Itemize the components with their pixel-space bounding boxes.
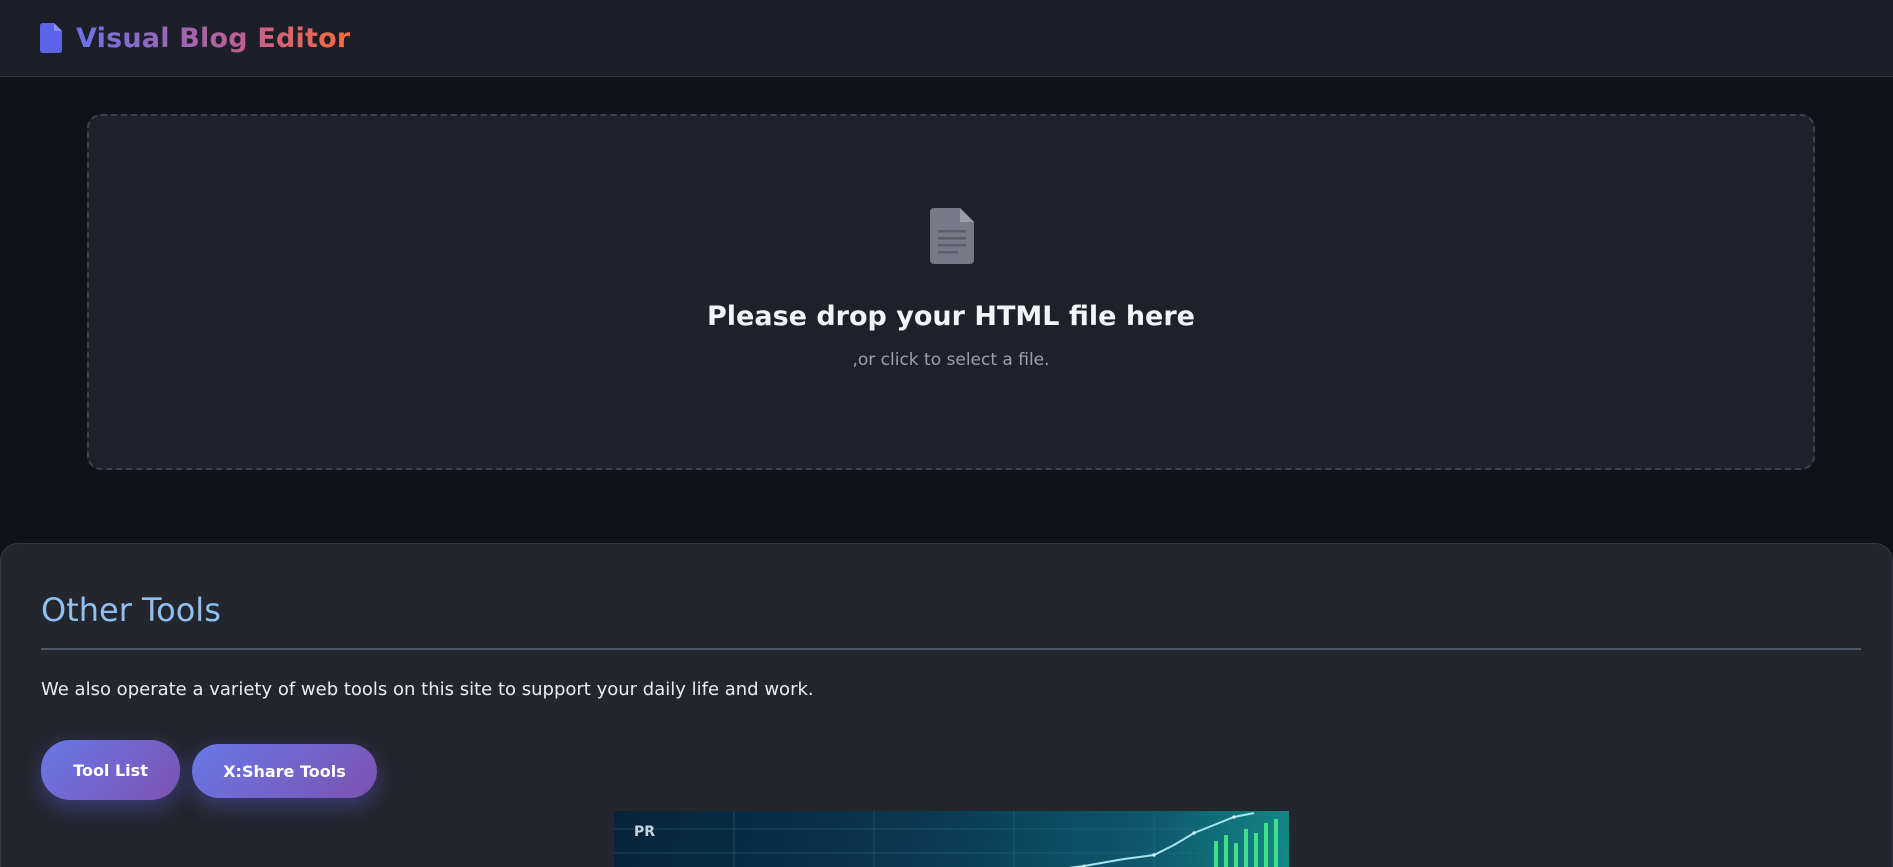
file-dropzone[interactable]: Please drop your HTML file here ,or clic… — [87, 114, 1815, 470]
stock-chart-graphic — [614, 811, 1289, 867]
document-icon — [40, 23, 62, 53]
document-icon — [930, 208, 974, 264]
dropzone-subtitle: ,or click to select a file. — [852, 350, 1050, 370]
dropzone-title: Please drop your HTML file here — [707, 301, 1195, 332]
brand[interactable]: Visual Blog Editor — [40, 22, 350, 54]
section-heading: Other Tools — [41, 591, 221, 629]
x-share-tools-button[interactable]: X:Share Tools — [192, 744, 377, 798]
section-description: We also operate a variety of web tools o… — [41, 679, 814, 700]
other-tools-section: Other Tools We also operate a variety of… — [0, 543, 1893, 867]
promo-banner[interactable]: PR — [614, 811, 1289, 867]
pr-badge: PR — [634, 824, 656, 840]
tool-list-button[interactable]: Tool List — [41, 740, 180, 800]
top-navigation-bar: Visual Blog Editor — [0, 0, 1893, 77]
divider — [41, 648, 1861, 650]
app-title: Visual Blog Editor — [76, 22, 351, 54]
